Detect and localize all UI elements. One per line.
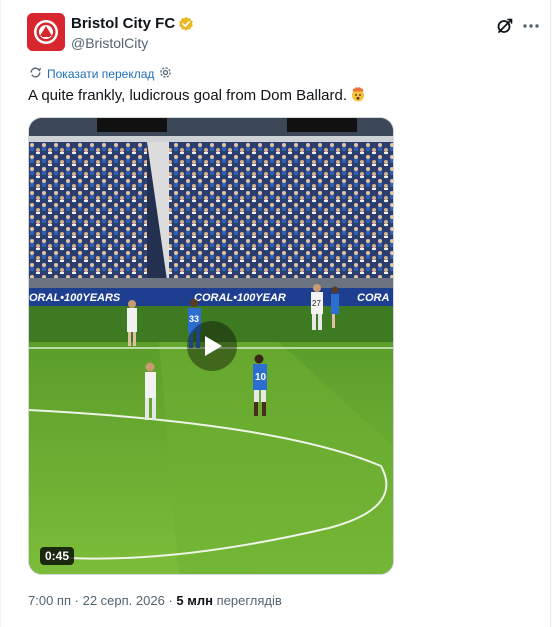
exploding-head-emoji-icon — [350, 86, 366, 102]
grok-icon[interactable] — [495, 16, 515, 36]
tweet-time[interactable]: 7:00 пп — [28, 593, 71, 608]
svg-text:10: 10 — [255, 372, 267, 383]
verified-badge-icon — [178, 16, 194, 32]
tweet-card: Bristol City FC @BristolCity Показати пе… — [0, 0, 551, 627]
views-label: переглядів — [216, 593, 282, 608]
meta-separator: · — [74, 593, 79, 608]
author-handle[interactable]: @BristolCity — [71, 34, 194, 52]
views-count: 5 млн — [176, 593, 213, 608]
video-player[interactable]: ORAL•100YEARS CORAL•100YEAR CORA 33 27 1… — [28, 117, 394, 575]
translate-icon — [29, 66, 42, 82]
play-icon — [205, 336, 222, 356]
svg-text:ORAL•100YEARS: ORAL•100YEARS — [29, 292, 121, 304]
translate-row: Показати переклад — [29, 66, 172, 82]
tweet-date[interactable]: 22 серп. 2026 — [83, 593, 165, 608]
svg-text:33: 33 — [189, 314, 199, 324]
show-translation-link[interactable]: Показати переклад — [47, 67, 154, 81]
video-duration: 0:45 — [40, 547, 75, 565]
svg-text:CORA: CORA — [357, 292, 389, 304]
author-name-row[interactable]: Bristol City FC — [71, 14, 194, 33]
author-names: Bristol City FC @BristolCity — [71, 14, 194, 52]
more-icon[interactable] — [521, 16, 541, 36]
meta-separator-2: · — [168, 593, 173, 608]
svg-text:CORAL•100YEAR: CORAL•100YEAR — [194, 292, 286, 304]
tweet-text-body: A quite frankly, ludicrous goal from Dom… — [28, 87, 348, 104]
author-display-name[interactable]: Bristol City FC — [71, 14, 175, 33]
tweet-meta: 7:00 пп · 22 серп. 2026 · 5 млн перегляд… — [28, 592, 282, 610]
svg-text:27: 27 — [312, 299, 321, 308]
avatar[interactable] — [27, 13, 65, 51]
tweet-text: A quite frankly, ludicrous goal from Dom… — [28, 86, 366, 106]
play-button[interactable] — [187, 321, 237, 371]
tweet-header: Bristol City FC @BristolCity — [27, 13, 539, 53]
gear-icon[interactable] — [159, 66, 172, 82]
